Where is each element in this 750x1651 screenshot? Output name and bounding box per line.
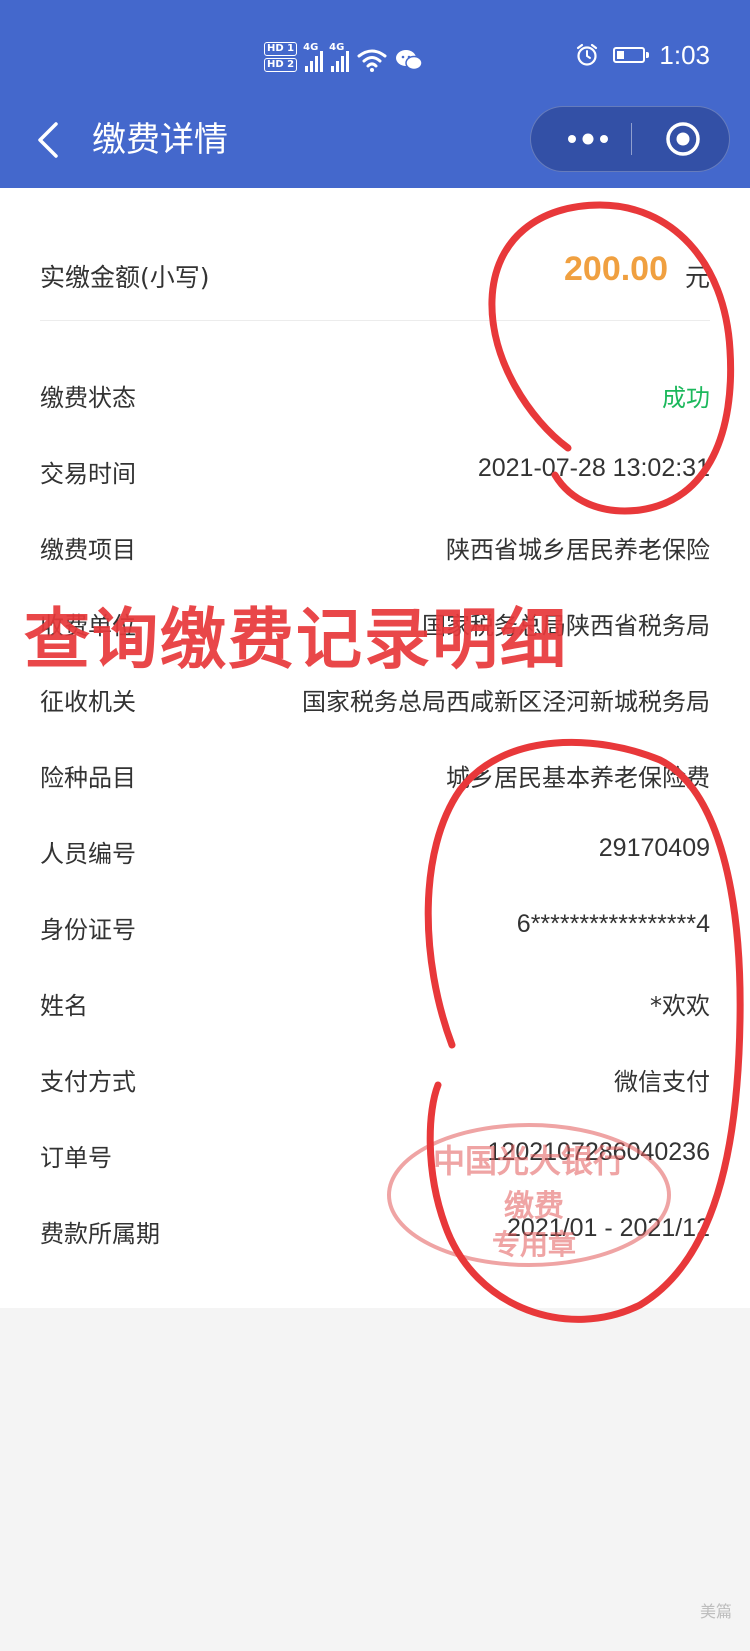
fee-period: 2021/01 - 2021/12 bbox=[507, 1214, 710, 1242]
detail-row-authority: 征收机关 国家税务总局西咸新区泾河新城税务局 bbox=[40, 668, 710, 744]
detail-row-insurance: 险种品目 城乡居民基本养老保险费 bbox=[40, 744, 710, 820]
detail-row-status: 缴费状态 成功 bbox=[40, 364, 710, 440]
person-number: 29170409 bbox=[598, 834, 710, 862]
amount-unit: 元 bbox=[684, 263, 710, 292]
status-bar-network: HD 1 HD 2 4G 4G bbox=[264, 38, 423, 72]
amount-row: 实缴金额(小写) 200.00 元 bbox=[40, 250, 710, 321]
detail-row-pay-method: 支付方式 微信支付 bbox=[40, 1048, 710, 1124]
order-number: 1202107286040236 bbox=[487, 1138, 710, 1166]
page-title: 缴费详情 bbox=[92, 120, 228, 160]
id-card-number: 6*****************4 bbox=[516, 910, 710, 938]
detail-label: 征收机关 bbox=[40, 688, 136, 716]
collection-authority: 国家税务总局西咸新区泾河新城税务局 bbox=[302, 688, 710, 716]
detail-label: 身份证号 bbox=[40, 916, 136, 944]
hd-badge-1: HD 1 bbox=[264, 42, 298, 56]
chevron-left-icon bbox=[38, 122, 58, 158]
status-bar: HD 1 HD 2 4G 4G 1:03 bbox=[0, 0, 750, 110]
payer-name: *欢欢 bbox=[650, 992, 710, 1020]
detail-row-name: 姓名 *欢欢 bbox=[40, 972, 710, 1048]
back-button[interactable] bbox=[24, 116, 72, 164]
more-dots-icon bbox=[568, 133, 608, 145]
nav-bar: 缴费详情 bbox=[0, 100, 750, 188]
wifi-icon bbox=[357, 49, 387, 72]
detail-label: 人员编号 bbox=[40, 840, 136, 868]
detail-row-period: 费款所属期 2021/01 - 2021/12 bbox=[40, 1200, 710, 1276]
capsule-divider bbox=[631, 123, 632, 155]
detail-row-order: 订单号 1202107286040236 bbox=[40, 1124, 710, 1200]
detail-label: 缴费项目 bbox=[40, 536, 136, 564]
transaction-time: 2021-07-28 13:02:31 bbox=[477, 454, 710, 482]
hd-badges: HD 1 HD 2 bbox=[264, 42, 298, 72]
detail-label: 订单号 bbox=[40, 1144, 112, 1172]
signal-bars-icon: 4G bbox=[303, 42, 324, 72]
collecting-unit: 国家税务总局陕西省税务局 bbox=[422, 612, 710, 640]
detail-label: 费款所属期 bbox=[40, 1220, 160, 1248]
signal-bars-icon: 4G bbox=[329, 42, 350, 72]
detail-row-time: 交易时间 2021-07-28 13:02:31 bbox=[40, 440, 710, 516]
payment-method: 微信支付 bbox=[614, 1068, 710, 1096]
alarm-clock-icon bbox=[577, 43, 598, 66]
amount-label: 实缴金额(小写) bbox=[40, 263, 210, 292]
detail-label: 收费单位 bbox=[40, 612, 136, 640]
mini-program-capsule bbox=[530, 106, 730, 172]
network-type-label: 4G bbox=[329, 42, 345, 53]
status-time: 1:03 bbox=[659, 39, 710, 70]
more-button[interactable] bbox=[553, 107, 623, 171]
detail-label: 姓名 bbox=[40, 992, 88, 1020]
status-badge: 成功 bbox=[662, 384, 710, 412]
detail-row-collector: 收费单位 国家税务总局陕西省税务局 bbox=[40, 592, 710, 668]
hd-badge-2: HD 2 bbox=[264, 58, 298, 72]
amount-value: 200.00 bbox=[564, 250, 668, 288]
detail-label: 险种品目 bbox=[40, 764, 136, 792]
insurance-category: 城乡居民基本养老保险费 bbox=[446, 764, 710, 792]
battery-icon bbox=[613, 47, 650, 63]
watermark: 美篇 bbox=[699, 1602, 732, 1621]
payment-item: 陕西省城乡居民养老保险 bbox=[446, 536, 710, 564]
payment-detail-card: 实缴金额(小写) 200.00 元 缴费状态 成功 交易时间 2021-07-2… bbox=[0, 188, 750, 1308]
detail-row-person-id: 人员编号 29170409 bbox=[40, 820, 710, 896]
detail-row-id-card: 身份证号 6*****************4 bbox=[40, 896, 710, 972]
status-bar-system: 1:03 bbox=[575, 38, 710, 72]
close-mini-program-button[interactable] bbox=[655, 107, 711, 171]
wechat-icon bbox=[396, 50, 423, 71]
payment-detail-screen: HD 1 HD 2 4G 4G 1:03 缴费详情 实缴金额(小写) 200.0… bbox=[0, 0, 750, 1651]
battery-level bbox=[617, 51, 625, 59]
detail-label: 交易时间 bbox=[40, 460, 136, 488]
detail-row-item: 缴费项目 陕西省城乡居民养老保险 bbox=[40, 516, 710, 592]
app-header: HD 1 HD 2 4G 4G 1:03 缴费详情 bbox=[0, 0, 750, 188]
detail-label: 缴费状态 bbox=[40, 384, 136, 412]
target-circle-icon bbox=[666, 122, 700, 156]
detail-list: 缴费状态 成功 交易时间 2021-07-28 13:02:31 缴费项目 陕西… bbox=[40, 364, 710, 1276]
network-type-label: 4G bbox=[303, 42, 319, 53]
detail-label: 支付方式 bbox=[40, 1068, 136, 1096]
